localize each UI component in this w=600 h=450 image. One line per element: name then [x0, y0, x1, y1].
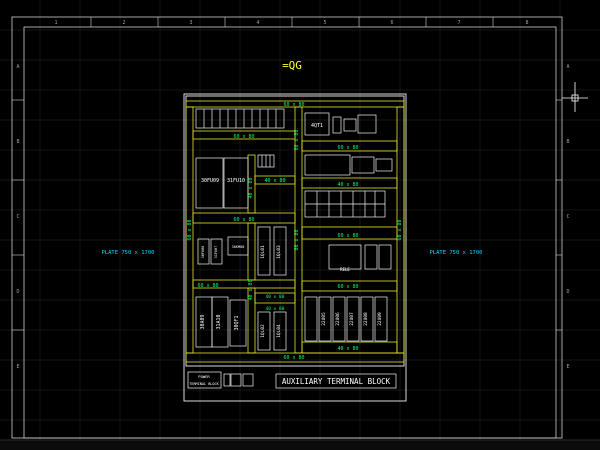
duct-label: 40 x 80	[248, 177, 254, 198]
component-label: 4QT1	[311, 123, 323, 129]
component-label: 22U06	[335, 312, 341, 326]
duct-label: 40 x 80	[337, 182, 358, 188]
component-label: 22U07	[349, 312, 355, 326]
duct-label: 60 x 80	[197, 283, 218, 289]
duct-label: 40 x 80	[266, 306, 285, 312]
power-terminal-label: TERMINAL BLOCK	[189, 382, 219, 386]
component-label: 1QL01	[260, 245, 266, 259]
duct-label: 40 x 80	[264, 178, 285, 184]
component-label: 31FU07	[214, 246, 218, 259]
component-label: RELE	[340, 267, 350, 272]
duct-label: 60 x 80	[283, 102, 304, 108]
component-label: 31A10	[216, 314, 222, 329]
layout-tab-strip	[0, 439, 600, 450]
crosshair-cursor-icon	[562, 82, 588, 112]
frame-column-ticks	[90, 17, 494, 27]
duct-label: 60 x 80	[233, 217, 254, 223]
frame-col-number: 8	[525, 20, 528, 26]
frame-row-letter: D	[16, 289, 19, 295]
duct-label: 60 x 80	[294, 229, 300, 250]
frame-row-letter: E	[16, 364, 19, 370]
frame-row-letter: A	[16, 64, 19, 70]
duct-label: 40 x 80	[248, 279, 254, 300]
duct-label: 40 x 80	[337, 346, 358, 352]
relay-block[interactable]	[328, 244, 362, 270]
component-label: 1QL02	[260, 324, 266, 338]
frame-row-letter: C	[16, 214, 19, 220]
frame-col-number: 5	[323, 20, 326, 26]
auxiliary-terminal-label: AUXILIARY TERMINAL BLOCK	[282, 377, 391, 386]
component-label: 30A09	[200, 314, 206, 329]
duct-label: 40 x 80	[266, 294, 285, 300]
component-label: 22U08	[363, 312, 369, 326]
duct-label: 60 x 80	[233, 134, 254, 140]
frame-col-number: 7	[457, 20, 460, 26]
duct-label: 60 x 80	[337, 284, 358, 290]
frame-col-number: 6	[390, 20, 393, 26]
plate-label-right: PLATE 750 x 1700	[430, 250, 483, 256]
frame-row-letter: C	[566, 214, 569, 220]
frame-row-letter: B	[16, 139, 19, 145]
plate-label-left: PLATE 750 x 1700	[102, 250, 155, 256]
assembly-title: =QG	[282, 59, 302, 72]
component-label: 22U05	[321, 312, 327, 326]
duct-label: 60 x 80	[337, 233, 358, 239]
frame-row-letter: E	[566, 364, 569, 370]
module-22u05[interactable]	[304, 296, 318, 342]
duct-label: 60 x 80	[283, 355, 304, 361]
component-label: 31FU10	[227, 178, 245, 184]
duct-label: 60 x 80	[294, 129, 300, 150]
duct-label: 60 x 80	[187, 219, 193, 240]
component-label: 1QL04	[276, 324, 282, 338]
cad-drawing-canvas[interactable]: 1 2 3 4 5 6 7 8 A B C D E A B C D E =QG …	[0, 0, 600, 450]
component-label: 30QF1	[234, 315, 240, 330]
frame-col-number: 1	[54, 20, 57, 26]
duct-label: 60 x 80	[337, 145, 358, 151]
component-label: 1QL03	[276, 245, 282, 259]
frame-col-number: 4	[256, 20, 259, 26]
component-label: 30FU09	[201, 178, 219, 184]
frame-row-letter: D	[566, 289, 569, 295]
duct-label: 60 x 80	[397, 219, 403, 240]
frame-row-letter: B	[566, 139, 569, 145]
component-label: 22U09	[377, 312, 383, 326]
power-terminal-label: POWER	[198, 374, 210, 379]
component-label: 30FU06	[201, 246, 205, 259]
frame-row-letter: A	[566, 64, 569, 70]
component-label: 30KM08	[232, 245, 245, 249]
frame-col-number: 3	[189, 20, 192, 26]
frame-col-number: 2	[122, 20, 125, 26]
